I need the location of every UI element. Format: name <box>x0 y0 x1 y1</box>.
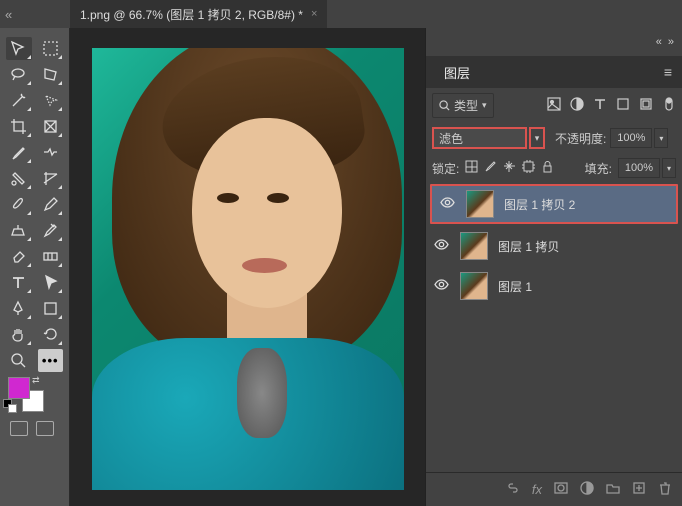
layer-row[interactable]: 图层 1 拷贝 <box>426 226 682 266</box>
opacity-dropdown-icon[interactable]: ▾ <box>654 128 668 148</box>
spot-heal-tool[interactable] <box>6 167 32 190</box>
opacity-input[interactable]: 100% <box>610 128 652 148</box>
link-layers-icon[interactable] <box>506 481 520 498</box>
panel-expand-icon[interactable]: » <box>668 36 674 48</box>
visibility-icon[interactable] <box>432 237 450 255</box>
marquee-tool[interactable] <box>38 37 64 60</box>
ruler-tool[interactable] <box>38 141 64 164</box>
magic-wand-tool[interactable] <box>6 89 32 112</box>
layer-thumb[interactable] <box>466 190 494 218</box>
lock-pixels-icon[interactable] <box>484 160 497 176</box>
fill-label: 填充: <box>585 160 612 177</box>
filter-smart-icon[interactable] <box>639 97 653 114</box>
canvas[interactable] <box>92 48 404 490</box>
blend-mode-dropdown-icon[interactable]: ▾ <box>529 127 545 149</box>
layer-name[interactable]: 图层 1 <box>498 278 532 295</box>
visibility-icon[interactable] <box>432 277 450 295</box>
layer-mask-icon[interactable] <box>554 481 568 498</box>
layer-thumb[interactable] <box>460 232 488 260</box>
panel-menu-icon[interactable]: ≡ <box>664 64 672 80</box>
frame-tool[interactable] <box>38 115 64 138</box>
polygon-lasso-tool[interactable] <box>38 63 64 86</box>
screen-mode-button[interactable] <box>36 421 54 436</box>
lasso-tool[interactable] <box>6 63 32 86</box>
layer-thumb[interactable] <box>460 272 488 300</box>
foreground-color[interactable] <box>8 377 30 399</box>
path-select-tool[interactable] <box>38 271 64 294</box>
brush-tool[interactable] <box>6 193 32 216</box>
layers-list: 图层 1 拷贝 2 图层 1 拷贝 图层 1 <box>426 182 682 472</box>
tab-layers[interactable]: 图层 <box>436 58 478 87</box>
pencil-tool[interactable] <box>38 193 64 216</box>
tools-panel: ••• ⇄ <box>0 28 70 506</box>
filter-type-icon[interactable] <box>593 97 607 114</box>
canvas-area <box>70 28 425 506</box>
gradient-tool[interactable] <box>38 245 64 268</box>
swap-colors-icon[interactable]: ⇄ <box>32 375 40 386</box>
rotate-view-tool[interactable] <box>38 323 64 346</box>
layer-name[interactable]: 图层 1 拷贝 2 <box>504 196 575 213</box>
adjustment-layer-icon[interactable] <box>580 481 594 498</box>
lock-artboard-icon[interactable] <box>522 160 535 176</box>
color-swatches[interactable]: ⇄ <box>0 374 69 416</box>
lock-position-icon[interactable] <box>503 160 516 176</box>
pen-tool[interactable] <box>6 297 32 320</box>
new-layer-icon[interactable] <box>632 481 646 498</box>
layer-filter-type[interactable]: 类型 ▾ <box>432 93 494 118</box>
zoom-tool[interactable] <box>6 349 32 372</box>
layer-row[interactable]: 图层 1 拷贝 2 <box>430 184 678 224</box>
lock-transparent-icon[interactable] <box>465 160 478 176</box>
blend-mode-select[interactable]: 滤色 <box>432 127 527 149</box>
layer-row[interactable]: 图层 1 <box>426 266 682 306</box>
eyedropper-tool[interactable] <box>6 141 32 164</box>
shape-tool[interactable] <box>38 297 64 320</box>
move-tool[interactable] <box>6 37 32 60</box>
layer-style-icon[interactable]: fx <box>532 482 542 497</box>
panel-collapse-icon[interactable]: « <box>656 36 662 48</box>
perspective-crop-tool[interactable] <box>38 167 64 190</box>
app-collapse[interactable]: « <box>0 0 70 28</box>
clone-stamp-tool[interactable] <box>6 219 32 242</box>
filter-adjust-icon[interactable] <box>570 97 584 114</box>
filter-pixel-icon[interactable] <box>547 97 561 114</box>
document-tab-title: 1.png @ 66.7% (图层 1 拷贝 2, RGB/8#) * <box>80 6 303 23</box>
hand-tool[interactable] <box>6 323 32 346</box>
document-tab[interactable]: 1.png @ 66.7% (图层 1 拷贝 2, RGB/8#) * × <box>70 0 327 28</box>
filter-shape-icon[interactable] <box>616 97 630 114</box>
edit-toolbar-button[interactable]: ••• <box>38 349 64 372</box>
opacity-label: 不透明度: <box>555 130 606 147</box>
visibility-icon[interactable] <box>438 195 456 213</box>
delete-layer-icon[interactable] <box>658 481 672 498</box>
layer-filter-label: 类型 <box>454 97 478 114</box>
group-icon[interactable] <box>606 481 620 498</box>
lock-label: 锁定: <box>432 160 459 177</box>
layer-name[interactable]: 图层 1 拷贝 <box>498 238 559 255</box>
eraser-tool[interactable] <box>6 245 32 268</box>
crop-tool[interactable] <box>6 115 32 138</box>
quick-select-tool[interactable] <box>38 89 64 112</box>
type-tool[interactable] <box>6 271 32 294</box>
fill-input[interactable]: 100% <box>618 158 660 178</box>
filter-toggle-icon[interactable] <box>662 97 676 114</box>
lock-all-icon[interactable] <box>541 160 554 176</box>
quick-mask-button[interactable] <box>10 421 28 436</box>
fill-dropdown-icon[interactable]: ▾ <box>662 158 676 178</box>
panels-area: « » 图层 ≡ 类型 ▾ 滤色 ▾ 不透明度: <box>425 28 682 506</box>
history-brush-tool[interactable] <box>38 219 64 242</box>
close-icon[interactable]: × <box>311 8 317 20</box>
